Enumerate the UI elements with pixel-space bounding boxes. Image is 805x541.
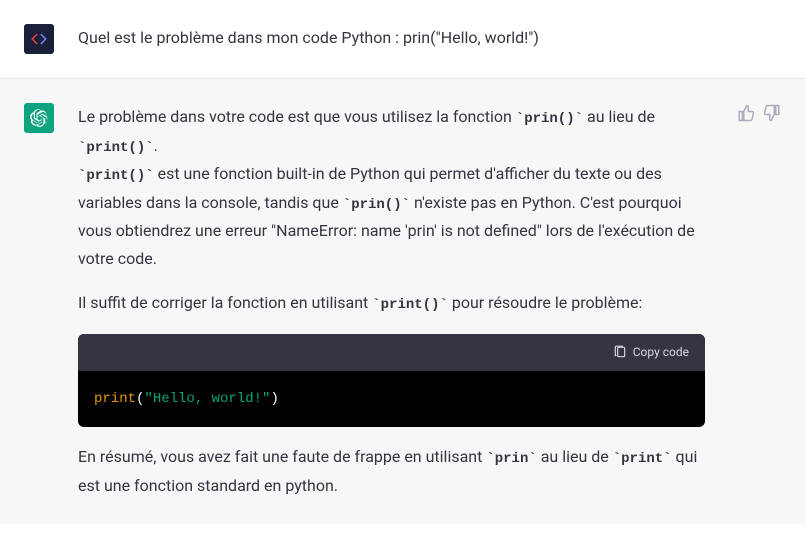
text-span: .	[154, 136, 158, 155]
inline-code: print()	[78, 168, 154, 184]
text-span: au lieu de	[537, 447, 613, 466]
text-span: Il suffit de corriger la fonction en uti…	[78, 293, 372, 312]
assistant-message-content: Le problème dans votre code est que vous…	[78, 103, 713, 500]
clipboard-icon	[613, 345, 627, 359]
text-span: au lieu de	[583, 107, 655, 126]
thumbs-up-icon	[737, 104, 755, 122]
code-icon	[30, 30, 48, 48]
assistant-paragraph-1: Le problème dans votre code est que vous…	[78, 103, 705, 273]
thumbs-down-button[interactable]	[763, 103, 781, 121]
copy-code-button[interactable]: Copy code	[613, 342, 689, 363]
text-span: pour résoudre le problème:	[448, 293, 642, 312]
inline-code: print()	[372, 297, 448, 313]
assistant-message-row: Le problème dans votre code est que vous…	[0, 79, 805, 524]
inline-code: prin()	[516, 111, 583, 127]
code-token-paren: )	[270, 391, 278, 407]
assistant-paragraph-3: En résumé, vous avez fait une faute de f…	[78, 443, 705, 500]
user-message-content: Quel est le problème dans mon code Pytho…	[78, 24, 781, 54]
assistant-avatar	[24, 103, 54, 133]
copy-code-label: Copy code	[633, 342, 689, 363]
code-block-header: Copy code	[78, 334, 705, 371]
code-token-function: print	[94, 391, 136, 407]
code-token-string: "Hello, world!"	[144, 391, 270, 407]
thumbs-up-button[interactable]	[737, 103, 755, 121]
code-block: Copy code print("Hello, world!")	[78, 334, 705, 428]
openai-icon	[30, 109, 48, 127]
inline-code: prin	[486, 451, 536, 467]
feedback-buttons	[737, 103, 781, 500]
text-span: Le problème dans votre code est que vous…	[78, 107, 516, 126]
inline-code: print	[613, 451, 672, 467]
inline-code: prin()	[343, 197, 410, 213]
user-message-text: Quel est le problème dans mon code Pytho…	[78, 24, 741, 52]
text-span: En résumé, vous avez fait une faute de f…	[78, 447, 486, 466]
user-avatar	[24, 24, 54, 54]
inline-code: print()	[78, 140, 154, 156]
user-message-row: Quel est le problème dans mon code Pytho…	[0, 0, 805, 79]
assistant-paragraph-2: Il suffit de corriger la fonction en uti…	[78, 289, 705, 318]
code-block-body: print("Hello, world!")	[78, 371, 705, 428]
thumbs-down-icon	[763, 104, 781, 122]
